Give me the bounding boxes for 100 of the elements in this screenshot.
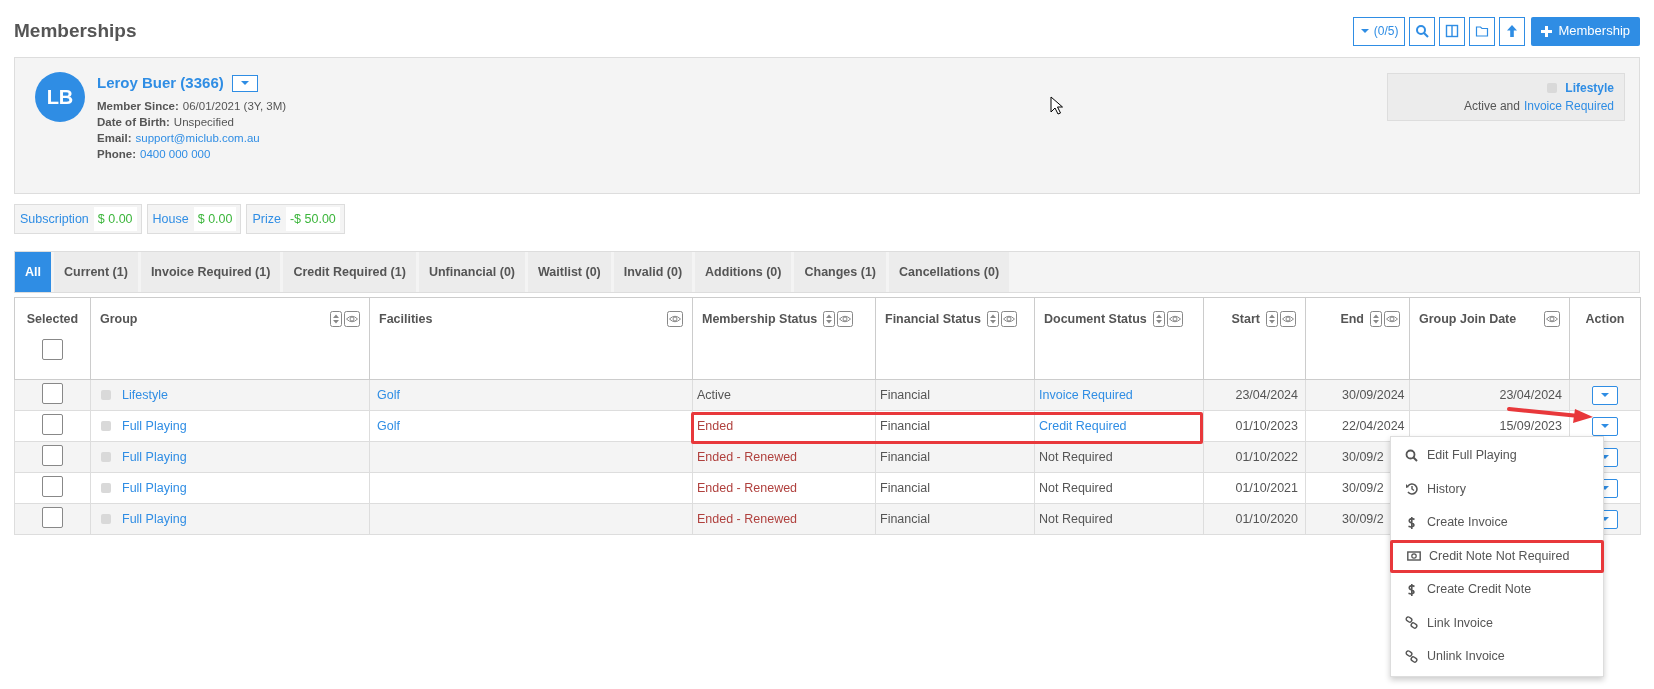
document-status: Not Required — [1039, 511, 1113, 526]
checkbox[interactable] — [42, 414, 63, 436]
checkbox[interactable] — [42, 338, 63, 360]
financial-status: Financial — [880, 511, 931, 526]
caret-icon — [1600, 392, 1610, 399]
group-link[interactable]: Full Playing — [122, 478, 187, 498]
group-link[interactable]: Lifestyle — [1565, 79, 1614, 97]
status-link[interactable]: Invoice Required — [1523, 97, 1614, 115]
member-menu-button[interactable] — [231, 74, 258, 92]
search-button[interactable] — [1409, 16, 1436, 46]
menu-item[interactable]: Link Invoice — [1391, 606, 1603, 640]
tab[interactable]: Current (1) — [54, 252, 138, 292]
end-date: 30/09/2 — [1342, 479, 1385, 497]
start-date: 01/10/2020 — [1235, 511, 1298, 526]
field-link[interactable]: 0400 000 000 — [140, 145, 211, 162]
group-swatch — [101, 514, 111, 524]
caret-icon — [1600, 423, 1610, 430]
start-date: 23/04/2024 — [1235, 387, 1298, 402]
cursor-icon — [1050, 96, 1064, 115]
field-label: Phone: — [97, 146, 136, 162]
balance-amount: -$ 50.00 — [285, 207, 340, 231]
tab[interactable]: Invoice Required (1) — [140, 252, 281, 292]
member-name-link[interactable]: Leroy Buer (3366) — [97, 72, 224, 95]
document-status: Not Required — [1039, 480, 1113, 495]
facility-link[interactable]: Golf — [377, 418, 400, 433]
group-link[interactable]: Full Playing — [122, 447, 187, 467]
menu-item[interactable]: Create Invoice — [1391, 506, 1603, 540]
plus-icon — [1541, 25, 1553, 37]
menu-item[interactable]: History — [1391, 472, 1603, 506]
link-icon — [1405, 616, 1419, 631]
group-swatch — [101, 483, 111, 493]
tab[interactable]: Waitlist (0) — [528, 252, 611, 292]
column-header: Group Join Date — [1419, 311, 1518, 328]
tab[interactable]: Changes (1) — [794, 252, 887, 292]
folder-icon — [1475, 24, 1490, 38]
search-icon — [1405, 448, 1419, 463]
page-title: Memberships — [14, 18, 137, 43]
join-date: 15/09/2023 — [1499, 418, 1562, 433]
column-header: Financial Status — [885, 311, 981, 328]
end-date: 22/04/2024 — [1342, 417, 1404, 435]
facility-link[interactable]: Golf — [377, 387, 400, 402]
columns-button[interactable] — [1439, 16, 1466, 46]
upload-button[interactable] — [1499, 16, 1526, 46]
balance-label: Prize — [252, 210, 281, 228]
folder-button[interactable] — [1469, 16, 1496, 46]
checkbox[interactable] — [42, 383, 63, 405]
menu-item[interactable]: Edit Full Playing — [1391, 439, 1603, 473]
menu-item[interactable]: Create Credit Note — [1391, 573, 1603, 607]
row-action-button[interactable] — [1592, 416, 1618, 436]
link-icon — [1405, 649, 1419, 664]
start-date: 01/10/2022 — [1235, 449, 1298, 464]
tab[interactable]: Invalid (0) — [613, 252, 693, 292]
group-link[interactable]: Full Playing — [122, 416, 187, 436]
membership-status: Ended — [697, 418, 734, 433]
tab[interactable]: Unfinancial (0) — [418, 252, 525, 292]
tab[interactable]: Credit Required (1) — [283, 252, 416, 292]
columns-icon — [1445, 24, 1460, 38]
membership-status: Ended - Renewed — [697, 480, 798, 495]
column-header: Document Status — [1044, 311, 1147, 328]
arrow-up-icon — [1505, 24, 1520, 38]
banknote-icon — [1407, 549, 1421, 564]
history-icon — [1405, 482, 1419, 497]
financial-status: Financial — [880, 418, 931, 433]
menu-item[interactable]: Unlink Invoice — [1391, 640, 1603, 674]
avatar: LB — [35, 72, 85, 122]
tab[interactable]: Additions (0) — [695, 252, 792, 292]
field-link[interactable]: support@miclub.com.au — [135, 129, 260, 146]
filter-button[interactable]: (0/5) — [1352, 16, 1406, 46]
menu-item[interactable]: Credit Note Not Required — [1390, 539, 1604, 573]
add-membership-button[interactable]: Membership — [1531, 16, 1640, 46]
checkbox[interactable] — [42, 445, 63, 467]
status-text: Active and — [1463, 98, 1520, 115]
start-date: 01/10/2023 — [1235, 418, 1298, 433]
group-link[interactable]: Lifestyle — [122, 385, 168, 405]
group-swatch — [101, 452, 111, 462]
column-header: Action — [1585, 311, 1625, 328]
row-action-button[interactable] — [1592, 385, 1618, 405]
caret-icon — [239, 80, 250, 87]
end-date: 30/09/2 — [1342, 510, 1385, 528]
group-swatch — [101, 421, 111, 431]
checkbox[interactable] — [42, 507, 63, 529]
field-label: Date of Birth: — [97, 114, 170, 130]
tab[interactable]: All — [15, 252, 51, 292]
column-header: Membership Status — [702, 311, 818, 328]
financial-status: Financial — [880, 387, 931, 402]
caret-icon — [1359, 28, 1370, 34]
group-swatch — [101, 390, 111, 400]
field-value: 06/01/2021 (3Y, 3M) — [182, 98, 287, 114]
tab[interactable]: Cancellations (0) — [889, 252, 1010, 292]
financial-status: Financial — [880, 449, 931, 464]
group-link[interactable]: Full Playing — [122, 509, 187, 529]
start-date: 01/10/2021 — [1235, 480, 1298, 495]
search-icon — [1415, 24, 1430, 38]
column-header: Selected — [26, 311, 79, 328]
membership-status: Ended - Renewed — [697, 449, 798, 464]
checkbox[interactable] — [42, 476, 63, 498]
column-header: End — [1340, 311, 1364, 328]
end-date: 30/09/2 — [1342, 448, 1385, 466]
field-label: Email: — [97, 130, 132, 146]
balance-label: House — [152, 210, 189, 228]
